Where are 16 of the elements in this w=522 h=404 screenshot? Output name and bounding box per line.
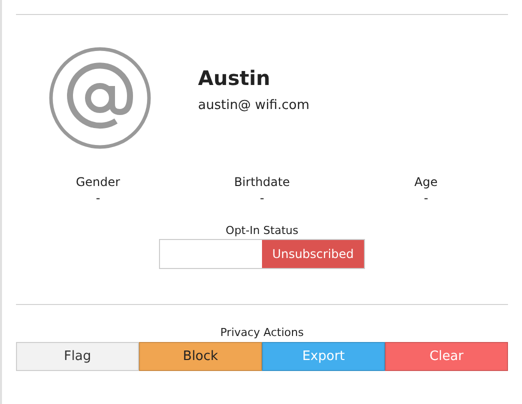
privacy-action-button[interactable]: Flag	[16, 342, 139, 371]
stat-label: Birthdate	[234, 174, 290, 190]
privacy-action-button[interactable]: Export	[262, 342, 385, 371]
profile-name: Austin	[198, 66, 272, 90]
opt-in-label: Opt-In Status	[226, 224, 298, 238]
stat-label: Age	[414, 174, 438, 190]
profile-email: austin@ wifi.com	[198, 98, 310, 112]
opt-in-toggle[interactable]: Unsubscribed	[159, 239, 365, 269]
stat-value: -	[96, 190, 100, 206]
privacy-action-button[interactable]: Block	[139, 342, 262, 371]
privacy-actions-label: Privacy Actions	[220, 326, 304, 340]
at-sign-icon	[48, 46, 152, 150]
stat-value: -	[424, 190, 428, 206]
privacy-action-button[interactable]: Clear	[385, 342, 508, 371]
stat-label: Gender	[76, 174, 120, 190]
stat-value: -	[260, 190, 264, 206]
